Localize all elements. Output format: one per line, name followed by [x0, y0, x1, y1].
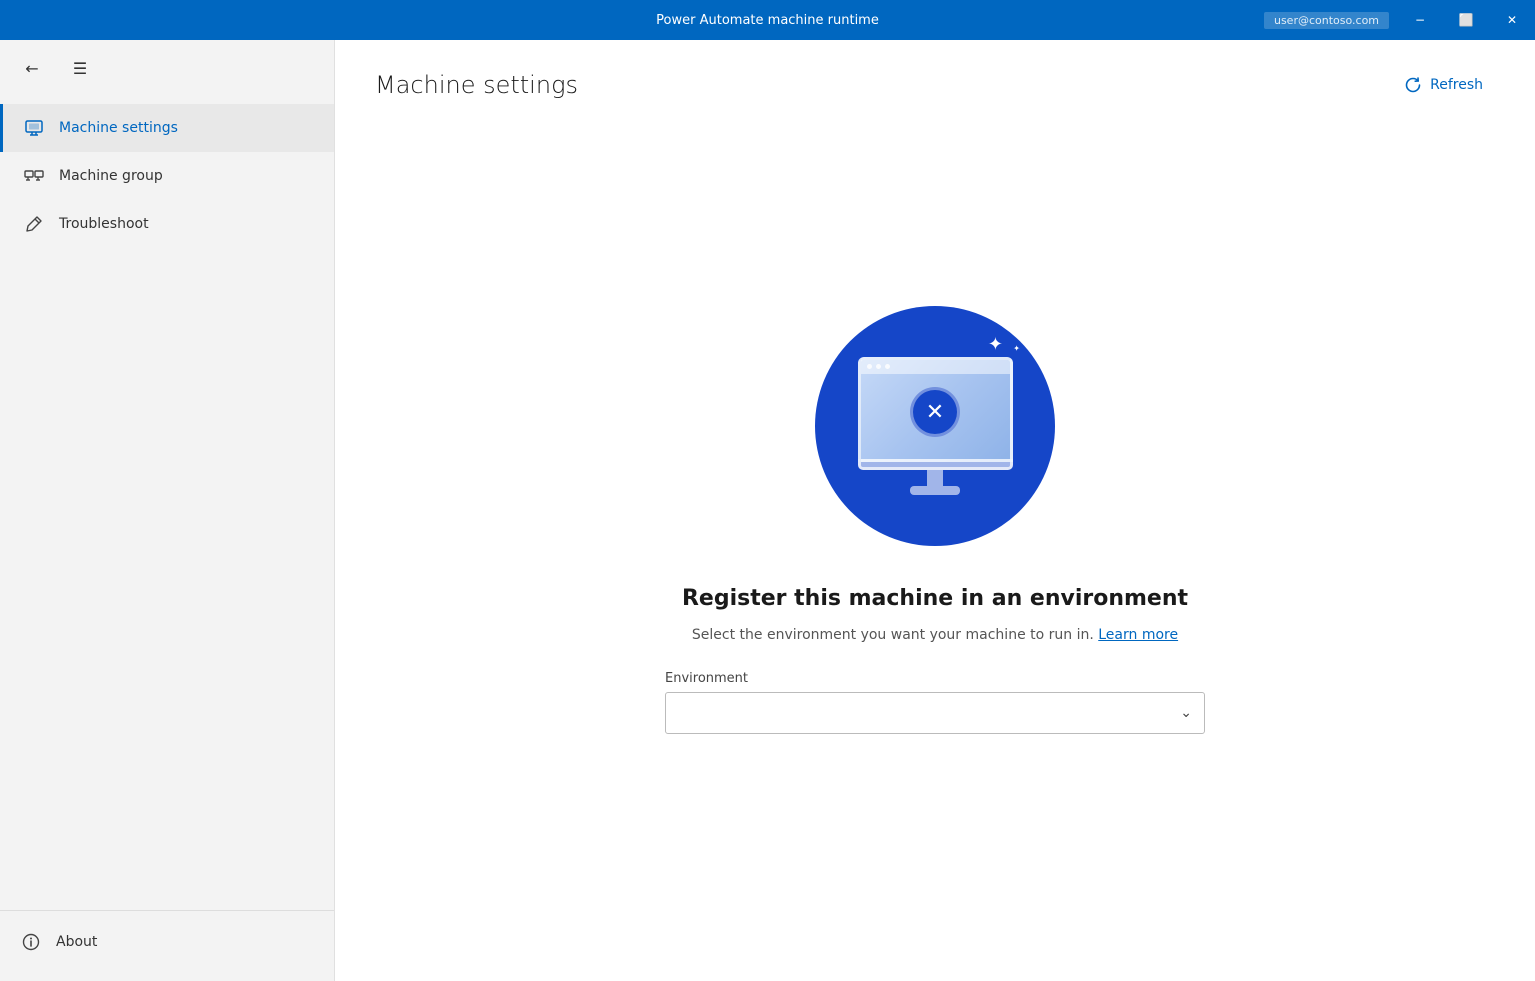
chevron-down-icon: ⌄: [1180, 705, 1192, 721]
illustration-circle: ✦ ✦ ✦ ✕: [815, 306, 1055, 546]
sidebar-top: ← ☰: [0, 40, 334, 96]
sidebar-nav: Machine settings Machine group: [0, 96, 334, 910]
machine-group-icon: [23, 166, 45, 186]
close-button[interactable]: ✕: [1489, 0, 1535, 40]
sparkle-icon-1: ✦: [988, 334, 1003, 355]
monitor-stand-neck: [927, 470, 943, 486]
back-icon: ←: [25, 59, 38, 78]
sidebar: ← ☰ Machine settings: [0, 40, 335, 981]
x-circle-icon: ✕: [910, 387, 960, 437]
register-desc-text: Select the environment you want your mac…: [692, 627, 1094, 643]
sidebar-item-machine-settings-label: Machine settings: [59, 120, 178, 136]
main-header: Machine settings Refresh: [335, 40, 1535, 118]
refresh-button[interactable]: Refresh: [1392, 68, 1495, 102]
monitor-screen-inner: ✕: [861, 374, 1010, 451]
monitor-stand-base: [910, 486, 960, 495]
sidebar-item-troubleshoot[interactable]: Troubleshoot: [0, 200, 334, 248]
troubleshoot-icon: [23, 214, 45, 234]
register-title: Register this machine in an environment: [682, 586, 1188, 611]
page-title: Machine settings: [375, 71, 578, 99]
register-desc: Select the environment you want your mac…: [692, 627, 1178, 643]
sparkle-icon-3: ✦: [1013, 344, 1020, 353]
sidebar-item-machine-settings[interactable]: Machine settings: [0, 104, 334, 152]
dot-2: [876, 364, 881, 369]
environment-dropdown[interactable]: ⌄: [665, 692, 1205, 734]
monitor-screen: ✕: [858, 357, 1013, 462]
monitor-illustration: ✕: [858, 357, 1013, 495]
back-button[interactable]: ←: [16, 52, 48, 84]
title-bar-title: Power Automate machine runtime: [512, 13, 1024, 28]
menu-icon: ☰: [73, 59, 87, 78]
about-label: About: [56, 934, 97, 950]
title-bar-right: user@contoso.com − ⬜ ✕: [1023, 0, 1535, 40]
about-item[interactable]: About: [20, 923, 314, 961]
refresh-icon: [1404, 76, 1422, 94]
about-icon: [20, 933, 42, 951]
center-area: ✦ ✦ ✦ ✕: [335, 118, 1535, 981]
title-bar-user: user@contoso.com: [1264, 12, 1389, 29]
minimize-button[interactable]: −: [1397, 0, 1443, 40]
dot-1: [867, 364, 872, 369]
sidebar-bottom: About: [0, 910, 334, 981]
monitor-top-bar: [861, 360, 1010, 374]
sidebar-item-machine-group-label: Machine group: [59, 168, 163, 184]
app-body: ← ☰ Machine settings: [0, 40, 1535, 981]
machine-settings-icon: [23, 118, 45, 138]
main-content: Machine settings Refresh ✦ ✦ ✦: [335, 40, 1535, 981]
dot-3: [885, 364, 890, 369]
restore-button[interactable]: ⬜: [1443, 0, 1489, 40]
sidebar-item-machine-group[interactable]: Machine group: [0, 152, 334, 200]
menu-button[interactable]: ☰: [64, 52, 96, 84]
title-bar: Power Automate machine runtime user@cont…: [0, 0, 1535, 40]
refresh-label: Refresh: [1430, 77, 1483, 93]
environment-label: Environment: [665, 671, 1205, 686]
environment-section: Environment ⌄: [665, 671, 1205, 734]
sidebar-item-troubleshoot-label: Troubleshoot: [59, 216, 149, 232]
window-controls: − ⬜ ✕: [1397, 0, 1535, 40]
monitor-bottom-bar: [858, 462, 1013, 470]
sparkle-icon-2: ✦: [1009, 324, 1017, 335]
learn-more-link[interactable]: Learn more: [1098, 627, 1178, 643]
